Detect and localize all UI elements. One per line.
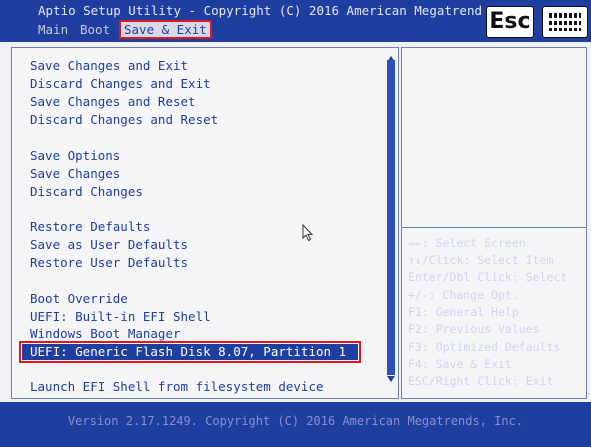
- menu-item-discard-changes-and-exit[interactable]: Discard Changes and Exit: [30, 76, 211, 92]
- mouse-pointer-icon: [302, 224, 314, 242]
- menu-item-save-changes-and-reset[interactable]: Save Changes and Reset: [30, 94, 196, 110]
- help-select-screen: →←: Select Screen: [408, 236, 526, 250]
- menu-item-windows-boot-manager[interactable]: Windows Boot Manager: [30, 326, 181, 342]
- menu-heading-save-options: Save Options: [30, 148, 121, 163]
- tab-boot[interactable]: Boot: [80, 22, 110, 37]
- menu-item-uefi-generic-flash-disk[interactable]: UEFI: Generic Flash Disk 8.07, Partition…: [18, 341, 362, 363]
- esc-key-icon[interactable]: Esc: [486, 6, 534, 38]
- menu-item-discard-changes-and-reset[interactable]: Discard Changes and Reset: [30, 112, 218, 128]
- help-esc-exit: ESC/Right Click: Exit: [408, 374, 554, 388]
- menu-item-uefi-builtin-efi-shell[interactable]: UEFI: Built-in EFI Shell: [30, 309, 211, 325]
- scrollbar[interactable]: [387, 60, 395, 375]
- help-save-exit: F4: Save & Exit: [408, 357, 512, 371]
- app-title: Aptio Setup Utility - Copyright (C) 2016…: [38, 3, 483, 18]
- menu-item-launch-efi-shell[interactable]: Launch EFI Shell from filesystem device: [30, 379, 324, 395]
- menu-heading-boot-override: Boot Override: [30, 291, 128, 306]
- menu-item-restore-user-defaults[interactable]: Restore User Defaults: [30, 255, 188, 271]
- help-divider: [401, 227, 587, 228]
- help-select-item: ↑↓/Click: Select Item: [408, 253, 554, 267]
- help-enter-select: Enter/Dbl Click: Select: [408, 270, 568, 284]
- keyboard-icon[interactable]: [542, 6, 588, 38]
- menu-item-discard-changes[interactable]: Discard Changes: [30, 184, 143, 200]
- tab-main[interactable]: Main: [38, 22, 68, 37]
- menu-item-save-as-user-defaults[interactable]: Save as User Defaults: [30, 237, 188, 253]
- help-previous-values: F2: Previous Values: [408, 322, 540, 336]
- scroll-down-arrow-icon[interactable]: [387, 376, 395, 382]
- menu-item-save-changes[interactable]: Save Changes: [30, 166, 120, 182]
- help-optimized-defaults: F3: Optimized Defaults: [408, 340, 561, 354]
- tab-save-exit[interactable]: Save & Exit: [119, 20, 212, 39]
- help-general-help: F1: General Help: [408, 305, 519, 319]
- menu-item-restore-defaults[interactable]: Restore Defaults: [30, 219, 150, 235]
- help-change-opt: +/-: Change Opt.: [408, 288, 519, 302]
- menu-item-save-changes-and-exit[interactable]: Save Changes and Exit: [30, 58, 188, 74]
- version-text: Version 2.17.1249. Copyright (C) 2016 Am…: [67, 414, 524, 428]
